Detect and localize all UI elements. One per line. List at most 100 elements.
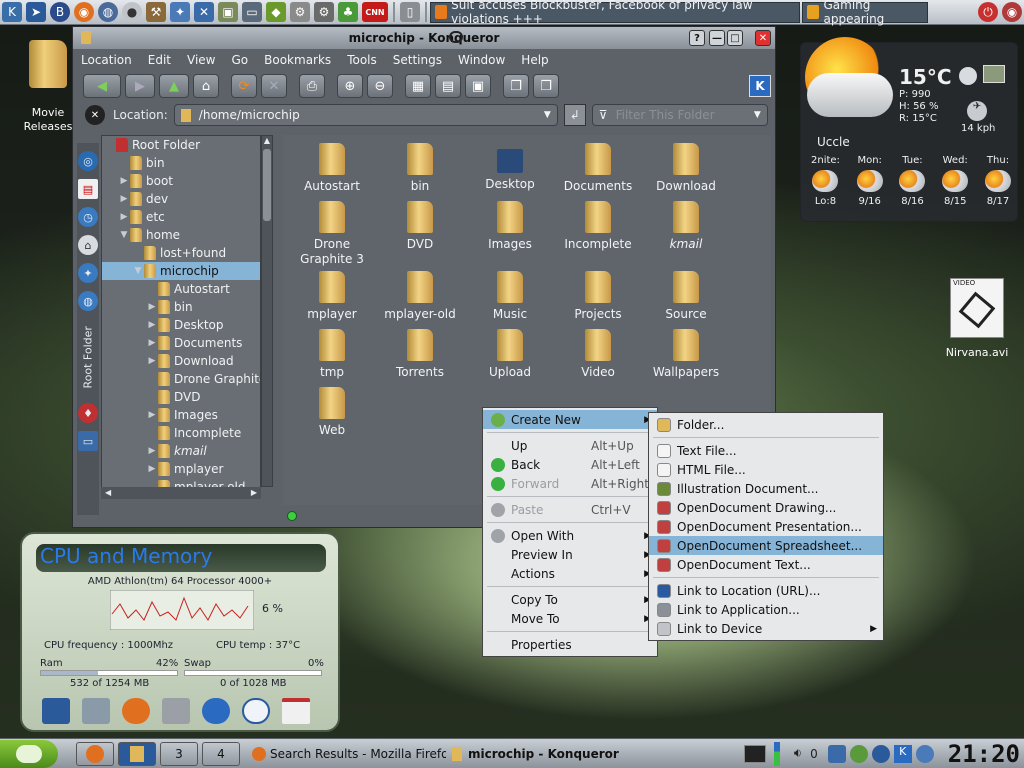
file-icon-item[interactable]: Drone Graphite 3 — [289, 201, 375, 267]
kde-tray-icon[interactable]: K — [893, 744, 912, 763]
trash-icon[interactable]: ▯ — [400, 2, 420, 22]
kmenu-button[interactable] — [0, 739, 58, 768]
tree-item[interactable]: ▶ mplayer — [102, 460, 260, 478]
news-ticker-2[interactable]: Gaming appearing — [802, 0, 928, 26]
expand-arrow-icon[interactable]: ▶ — [118, 194, 130, 204]
titlebar[interactable]: microchip - Konqueror ? — □ ✕ — [73, 27, 775, 49]
bookmark-tab-icon[interactable]: ◎ — [78, 151, 98, 171]
file-icon-item[interactable]: Images — [467, 201, 553, 252]
menu-item[interactable]: Actions▶ — [483, 564, 657, 583]
expand-arrow-icon[interactable]: ▶ — [146, 464, 158, 474]
up-button[interactable]: ▲ — [159, 74, 189, 98]
paste-button[interactable]: ❐ — [533, 74, 559, 98]
lock-icon[interactable]: ◉ — [1002, 2, 1022, 22]
gear-icon[interactable]: ⚙ — [314, 2, 334, 22]
tree-hscrollbar[interactable]: ◀ ▶ — [101, 487, 261, 499]
firefox-launcher-icon[interactable] — [122, 698, 150, 724]
menu-location[interactable]: Location — [81, 53, 132, 67]
tree-item[interactable]: DVD — [102, 388, 260, 406]
firefox-quicklaunch[interactable] — [76, 741, 114, 766]
file-icon-item[interactable]: DVD — [377, 201, 463, 252]
tree-item[interactable]: ▶ Download — [102, 352, 260, 370]
menu-go[interactable]: Go — [232, 53, 249, 67]
tray-icon-1[interactable] — [827, 744, 846, 763]
help-button[interactable]: ? — [689, 30, 705, 46]
monitor-icon[interactable]: ▭ — [242, 2, 262, 22]
file-icon-item[interactable]: Autostart — [289, 143, 375, 194]
settings-icon[interactable]: ⚙ — [290, 2, 310, 22]
scroll-up-icon[interactable]: ▲ — [262, 136, 272, 145]
menu-item[interactable]: Up Alt+Up — [483, 436, 657, 455]
home-button[interactable]: ⌂ — [193, 74, 219, 98]
expand-arrow-icon[interactable]: ▶ — [118, 212, 130, 222]
news-ticker-1[interactable]: Suit accuses Blockbuster, Facebook of pr… — [430, 0, 800, 26]
menu-item[interactable]: Copy To▶ — [483, 590, 657, 609]
go-button[interactable]: ↲ — [563, 104, 586, 126]
kde-icon[interactable]: K — [2, 2, 22, 22]
menu-settings[interactable]: Settings — [393, 53, 442, 67]
menu-tools[interactable]: Tools — [347, 53, 377, 67]
file-icon-item[interactable]: mplayer-old — [377, 271, 463, 322]
menu-edit[interactable]: Edit — [148, 53, 171, 67]
menu-item[interactable]: Link to Application... — [649, 600, 883, 619]
file-icon-item[interactable]: Wallpapers — [643, 329, 729, 380]
clear-location-button[interactable]: ✕ — [85, 105, 105, 125]
menu-item[interactable]: Properties — [483, 635, 657, 654]
expand-arrow-icon[interactable]: ▶ — [146, 356, 158, 366]
desktop-3-button[interactable]: 3 — [160, 741, 198, 766]
file-icon-item[interactable]: kmail — [643, 201, 729, 252]
tree-item[interactable]: Drone Graphite 3 — [102, 370, 260, 388]
calendar-icon[interactable] — [282, 698, 310, 724]
maximize-button[interactable]: □ — [727, 30, 743, 46]
menu-item[interactable]: OpenDocument Spreadsheet... — [649, 536, 883, 555]
desktop-1-button[interactable] — [118, 741, 156, 766]
forward-button[interactable]: ▶ — [125, 74, 155, 98]
file-icon-item[interactable]: Music — [467, 271, 553, 322]
menu-item[interactable]: Link to Location (URL)... — [649, 581, 883, 600]
file-icon-item[interactable]: Upload — [467, 329, 553, 380]
expand-arrow-icon[interactable]: ▶ — [146, 410, 158, 420]
expand-arrow-icon[interactable]: ▶ — [146, 320, 158, 330]
menu-window[interactable]: Window — [458, 53, 505, 67]
dropdown-arrow-icon[interactable]: ▼ — [544, 110, 551, 120]
tree-item[interactable]: Incomplete — [102, 424, 260, 442]
menu-item[interactable]: OpenDocument Drawing... — [649, 498, 883, 517]
tree-view-button[interactable]: ▤ — [435, 74, 461, 98]
menu-item[interactable]: Preview In▶ — [483, 545, 657, 564]
task-konqueror[interactable]: microchip - Konqueror — [446, 742, 696, 766]
b-icon[interactable]: B — [50, 2, 70, 22]
network-tab-icon[interactable]: ✦ — [78, 263, 98, 283]
nirvana-desktop-icon[interactable]: VIDEO Nirvana.avi — [940, 278, 1014, 359]
menu-view[interactable]: View — [187, 53, 215, 67]
icon-view-button[interactable]: ▦ — [405, 74, 431, 98]
bookmark-pin-icon[interactable]: ♦ — [78, 403, 98, 423]
tree-item[interactable]: Autostart — [102, 280, 260, 298]
menu-item[interactable]: Back Alt+Left — [483, 455, 657, 474]
expand-arrow-icon[interactable]: ▼ — [118, 230, 130, 240]
root-folder-tab[interactable]: Root Folder — [77, 319, 99, 395]
network-icon[interactable]: ✕ — [194, 2, 214, 22]
file-icon-item[interactable]: Documents — [555, 143, 641, 194]
file-icon-item[interactable]: Download — [643, 143, 729, 194]
history-tab-icon[interactable]: ◷ — [78, 207, 98, 227]
menu-item[interactable]: Text File... — [649, 441, 883, 460]
tray-icon-2[interactable] — [849, 744, 868, 763]
firefox-icon[interactable]: ◉ — [74, 2, 94, 22]
scroll-thumb[interactable] — [263, 149, 271, 221]
menu-bookmarks[interactable]: Bookmarks — [264, 53, 331, 67]
menu-item[interactable]: Folder... — [649, 415, 883, 434]
expand-arrow-icon[interactable]: ▼ — [132, 266, 144, 276]
zoom-in-button[interactable]: ⊕ — [337, 74, 363, 98]
kstars-icon[interactable]: ✦ — [170, 2, 190, 22]
image-icon[interactable]: ▣ — [218, 2, 238, 22]
expand-arrow-icon[interactable]: ▶ — [146, 302, 158, 312]
globe-icon[interactable]: ◍ — [98, 2, 118, 22]
menu-item[interactable]: Link to Device ▶ — [649, 619, 883, 638]
menu-item[interactable]: OpenDocument Presentation... — [649, 517, 883, 536]
menu-item[interactable]: Create New▶ — [483, 410, 657, 429]
preview-button[interactable]: ▣ — [465, 74, 491, 98]
clock[interactable]: 21:20 — [948, 740, 1020, 768]
file-icon-item[interactable]: Desktop — [467, 143, 553, 192]
tree-item[interactable]: bin — [102, 154, 260, 172]
filter-input[interactable]: ⊽ Filter This Folder ▼ — [591, 104, 768, 126]
